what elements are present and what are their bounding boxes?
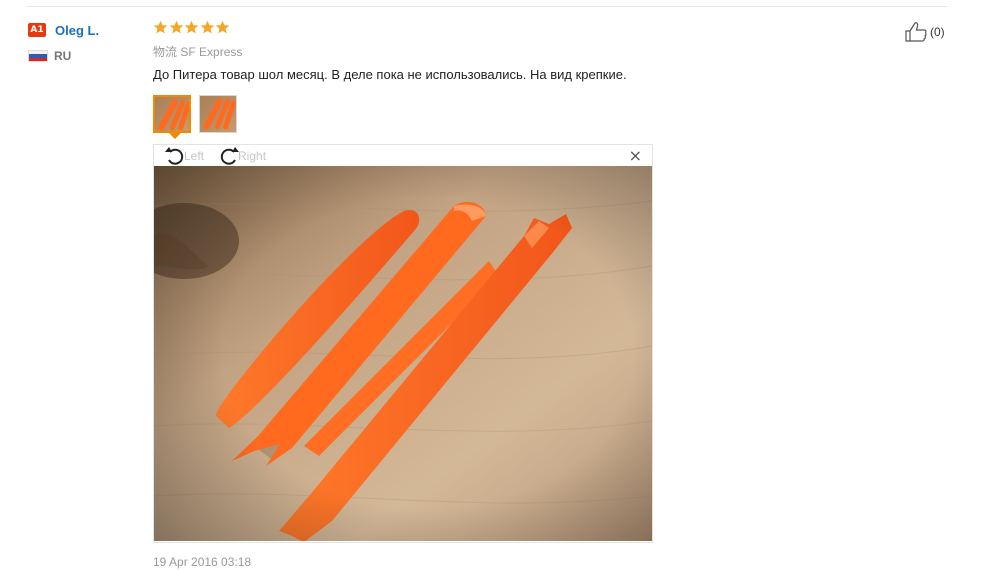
close-viewer-button[interactable]: ×	[629, 147, 642, 165]
country-code: RU	[54, 49, 72, 63]
review-body: 物流 SF Express До Питера товар шол месяц.…	[153, 20, 943, 569]
reviewer-info: A1 Oleg L. RU	[28, 22, 138, 63]
star-icon	[200, 20, 216, 37]
rotate-right-icon	[220, 147, 240, 165]
logistics-info: 物流 SF Express	[153, 43, 943, 59]
star-icon	[169, 20, 185, 37]
star-icon	[153, 20, 169, 37]
photo-thumbnail-1[interactable]	[153, 95, 191, 133]
helpful-count: (0)	[930, 25, 945, 39]
star-icon	[215, 20, 231, 37]
reviewer-name-link[interactable]: Oleg L.	[55, 23, 99, 38]
photo-thumbnails	[153, 95, 245, 133]
russia-flag-icon	[28, 50, 48, 62]
logistics-label: 物流	[153, 45, 178, 59]
photo-viewer: Left Right ×	[153, 144, 653, 543]
orange-trim-tools-photo	[154, 166, 652, 541]
star-rating	[153, 20, 943, 37]
top-divider	[27, 6, 947, 7]
review-date: 19 Apr 2016 03:18	[153, 555, 252, 569]
review-text: До Питера товар шол месяц. В деле пока н…	[153, 67, 627, 82]
photo-thumbnail-2[interactable]	[199, 95, 237, 133]
rotate-left-button[interactable]: Left	[164, 146, 204, 166]
rotate-right-button[interactable]: Right	[218, 146, 266, 166]
rotate-left-icon	[165, 147, 184, 165]
active-thumbnail-pointer	[169, 133, 181, 139]
viewer-toolbar: Left Right ×	[154, 145, 652, 167]
star-icon	[184, 20, 200, 37]
review-photo	[154, 166, 652, 541]
rotate-left-label: Left	[184, 149, 205, 163]
rotate-right-label: Right	[238, 149, 267, 163]
logistics-value: SF Express	[180, 45, 243, 59]
helpful-button[interactable]: (0)	[904, 21, 945, 43]
thumbs-up-icon	[905, 22, 927, 42]
buyer-level-badge: A1	[28, 23, 46, 37]
